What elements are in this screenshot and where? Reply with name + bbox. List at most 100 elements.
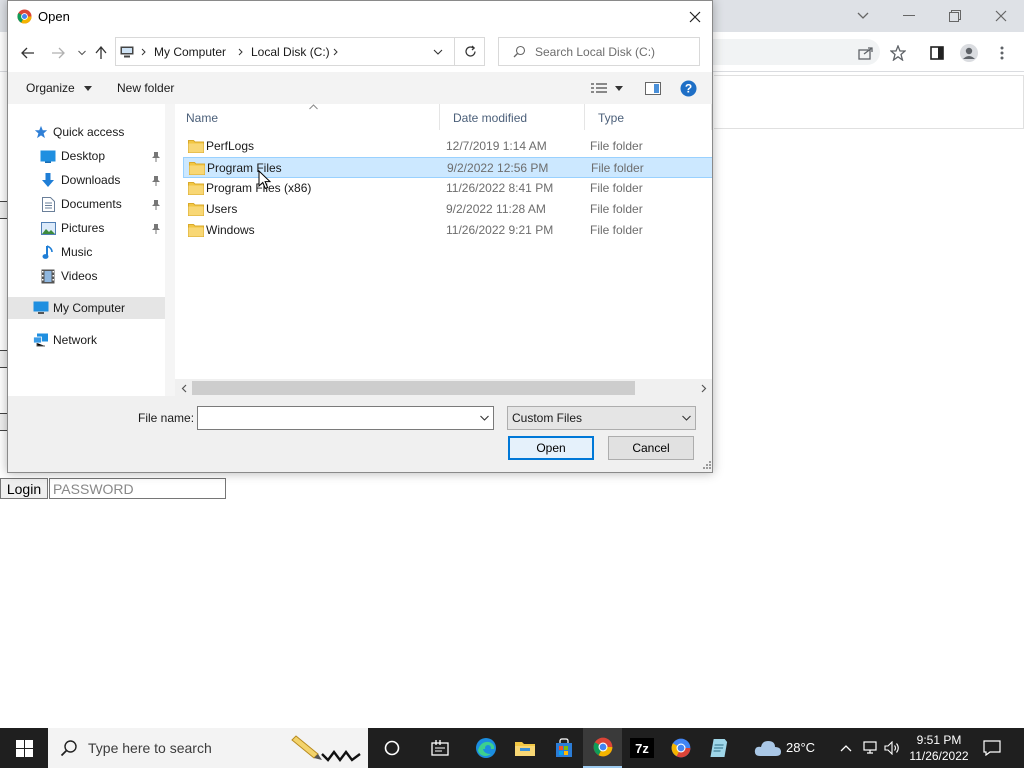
breadcrumb-chevron-icon[interactable]: [235, 46, 245, 58]
side-panel-icon[interactable]: [926, 42, 948, 64]
taskbar-search-box[interactable]: Type here to search: [48, 728, 368, 768]
nav-item-music[interactable]: Music: [8, 241, 165, 263]
search-highlight-art-icon: [291, 735, 361, 762]
address-dropdown-icon[interactable]: [426, 39, 450, 64]
nav-item-label: Desktop: [61, 149, 106, 163]
show-hidden-icons-icon[interactable]: [838, 740, 854, 756]
notification-icon[interactable]: [980, 738, 1004, 758]
breadcrumb-local-disk[interactable]: Local Disk (C:): [251, 45, 330, 59]
address-breadcrumb-bar[interactable]: My Computer Local Disk (C:): [115, 37, 485, 66]
nav-item-label: Music: [61, 245, 93, 259]
nav-item-label: Pictures: [61, 221, 105, 235]
chevron-down-icon[interactable]: [474, 407, 494, 429]
resize-grip-icon[interactable]: [700, 460, 712, 472]
chevron-down-icon[interactable]: [676, 407, 696, 429]
volume-icon[interactable]: [884, 740, 900, 756]
search-input[interactable]: [535, 43, 695, 61]
nav-item-downloads[interactable]: Downloads: [8, 169, 165, 191]
horizontal-scrollbar[interactable]: [175, 379, 712, 397]
up-arrow-icon[interactable]: [90, 42, 112, 64]
password-input[interactable]: [49, 478, 226, 499]
scroll-left-icon[interactable]: [175, 379, 192, 397]
file-name: Users: [206, 202, 238, 216]
nav-item-documents[interactable]: Documents: [8, 193, 165, 215]
file-row[interactable]: Users 9/2/2022 11:28 AM File folder: [183, 199, 712, 220]
edge-icon[interactable]: [466, 728, 505, 768]
close-window-icon[interactable]: [978, 6, 1024, 26]
store-icon[interactable]: [544, 728, 583, 768]
file-row[interactable]: PerfLogs 12/7/2019 1:14 AM File folder: [183, 136, 712, 157]
notepad-icon[interactable]: [700, 728, 739, 768]
svg-text:?: ?: [685, 81, 692, 95]
help-icon[interactable]: ?: [680, 80, 697, 96]
nav-item-pictures[interactable]: Pictures: [8, 217, 165, 239]
forward-arrow-icon[interactable]: [47, 42, 69, 64]
breadcrumb-chevron-icon[interactable]: [138, 46, 148, 58]
dialog-title: Open: [38, 9, 70, 24]
column-header-name[interactable]: Name: [175, 104, 440, 130]
browser-menu-icon[interactable]: [991, 42, 1013, 64]
nav-item-label: Videos: [61, 269, 98, 283]
organize-button[interactable]: Organize: [26, 81, 93, 95]
organize-label: Organize: [26, 81, 75, 95]
restore-icon[interactable]: [932, 6, 978, 26]
column-header-size[interactable]: S: [710, 104, 712, 130]
open-file-dialog: Open My Computer Local Disk (C:) Search …: [7, 0, 713, 473]
nav-item-my-computer[interactable]: My Computer: [8, 297, 165, 319]
file-type: File folder: [591, 161, 644, 175]
new-folder-button[interactable]: New folder: [117, 81, 174, 95]
windows-start-icon[interactable]: [0, 728, 48, 768]
chrome-alt-icon[interactable]: [661, 728, 700, 768]
network-tray-icon[interactable]: [862, 740, 878, 756]
column-header-label: Date modified: [453, 111, 528, 125]
file-row[interactable]: Windows 11/26/2022 9:21 PM File folder: [183, 220, 712, 241]
folder-icon: [188, 202, 204, 216]
breadcrumb-chevron-icon[interactable]: [330, 46, 340, 58]
close-icon[interactable]: [678, 2, 712, 31]
sort-ascending-icon: [309, 104, 318, 110]
share-icon[interactable]: [855, 42, 877, 64]
search-icon: [60, 740, 77, 757]
nav-item-label: My Computer: [53, 301, 126, 315]
weather-cloud-icon[interactable]: [748, 728, 787, 768]
bookmark-star-icon[interactable]: [887, 42, 909, 64]
scroll-right-icon[interactable]: [695, 379, 712, 397]
nav-item-network[interactable]: Network: [8, 329, 165, 351]
refresh-icon[interactable]: [454, 38, 485, 65]
chrome-taskbar-icon[interactable]: [583, 728, 622, 768]
task-view-icon[interactable]: [372, 728, 411, 768]
breadcrumb-my-computer[interactable]: My Computer: [154, 45, 226, 59]
file-type: File folder: [590, 139, 643, 153]
cancel-button[interactable]: Cancel: [608, 436, 694, 460]
clock-time: 9:51 PM: [916, 733, 962, 747]
view-options-icon[interactable]: [591, 80, 623, 96]
back-arrow-icon[interactable]: [17, 42, 39, 64]
profile-avatar-icon[interactable]: [958, 42, 980, 64]
file-explorer-icon[interactable]: [505, 728, 544, 768]
file-name-combobox[interactable]: [197, 406, 494, 430]
taskbar-clock[interactable]: 9:51 PM 11/26/2022: [906, 732, 972, 764]
scrollbar-thumb[interactable]: [192, 381, 635, 395]
chrome-icon: [17, 9, 32, 24]
login-button[interactable]: Login: [0, 478, 48, 499]
file-date-modified: 9/2/2022 12:56 PM: [447, 161, 549, 175]
7zip-icon[interactable]: 7z: [622, 728, 661, 768]
file-name-input[interactable]: [200, 409, 470, 427]
pin-icon: [151, 198, 161, 210]
nav-item-quick-access[interactable]: Quick access: [8, 121, 165, 143]
tab-search-chevron-icon[interactable]: [840, 6, 886, 26]
column-header-date[interactable]: Date modified: [442, 104, 585, 130]
minimize-icon[interactable]: [886, 6, 932, 26]
preview-pane-icon[interactable]: [645, 80, 661, 96]
search-box[interactable]: [498, 37, 700, 66]
desktop-folder-icon: [40, 148, 56, 164]
file-type-select[interactable]: Custom Files: [507, 406, 696, 430]
pane-splitter[interactable]: [165, 104, 175, 396]
widgets-icon[interactable]: [420, 728, 459, 768]
weather-temperature[interactable]: 28°C: [786, 740, 815, 755]
column-header-type[interactable]: Type: [587, 104, 712, 130]
open-button[interactable]: Open: [508, 436, 594, 460]
nav-item-videos[interactable]: Videos: [8, 265, 165, 287]
mouse-cursor-icon: [258, 170, 272, 190]
nav-item-desktop[interactable]: Desktop: [8, 145, 165, 167]
